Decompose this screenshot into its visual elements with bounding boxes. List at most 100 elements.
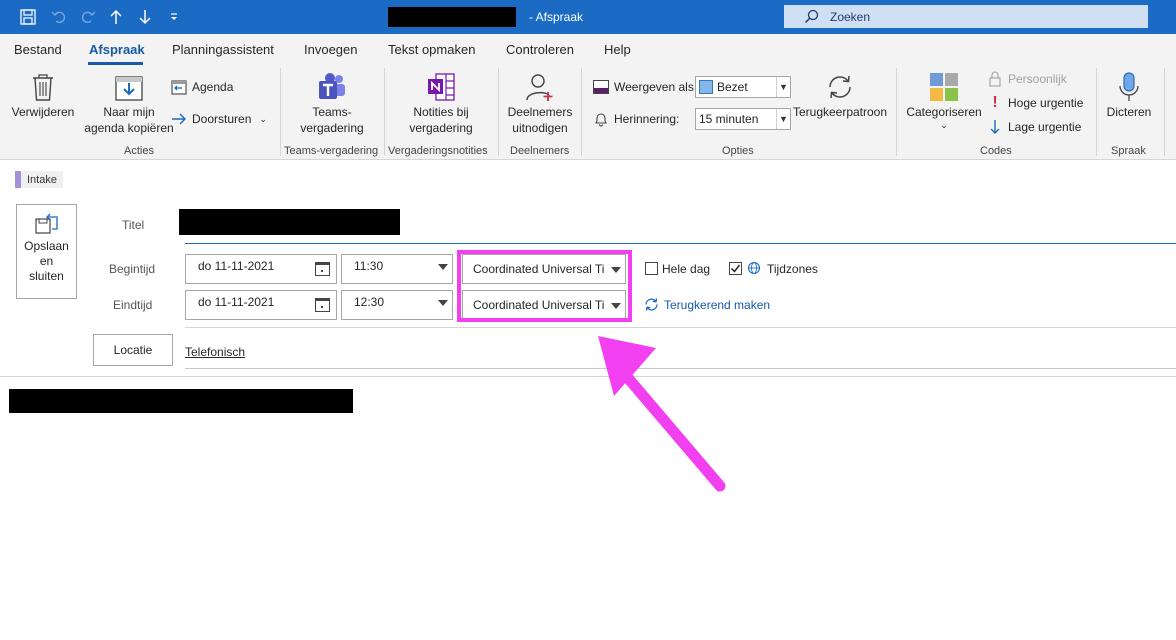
chevron-down-icon: ⌄ — [940, 120, 948, 130]
title-underline — [185, 243, 1176, 244]
chevron-down-icon — [438, 300, 448, 306]
save-and-close-label: Opslaan en sluiten — [24, 239, 69, 283]
save-icon[interactable] — [17, 6, 39, 28]
microphone-icon — [1111, 70, 1147, 104]
ribbon-separator — [384, 68, 385, 156]
copy-to-calendar-button[interactable]: Naar mijn agenda kopiëren — [80, 70, 178, 136]
timezones-checkbox[interactable] — [729, 262, 742, 275]
category-tag: Intake — [15, 171, 63, 188]
calendar-icon[interactable] — [315, 262, 330, 276]
low-importance-button[interactable]: Lage urgentie — [986, 118, 1081, 136]
reminder-label-group: Herinnering: — [592, 110, 679, 128]
teams-meeting-label: Teams- vergadering — [300, 105, 364, 135]
low-importance-icon — [986, 118, 1004, 136]
delete-button[interactable]: Verwijderen — [10, 70, 76, 120]
reminder-value: 15 minuten — [699, 112, 759, 126]
teams-meeting-button[interactable]: Teams- vergadering — [287, 70, 377, 136]
recurrence-button[interactable]: Terugkeerpatroon — [792, 70, 888, 120]
tab-bestand[interactable]: Bestand — [14, 42, 62, 57]
location-input[interactable]: Telefonisch — [185, 345, 245, 359]
globe-icon — [747, 261, 761, 278]
undo-icon[interactable] — [48, 6, 70, 28]
low-importance-label: Lage urgentie — [1008, 120, 1082, 134]
end-date-input[interactable]: do 11-11-2021 — [185, 290, 337, 320]
start-time-select[interactable]: 11:30 — [341, 254, 453, 284]
forward-label: Doorsturen — [192, 112, 252, 126]
tab-help[interactable]: Help — [604, 42, 631, 57]
tab-invoegen[interactable]: Invoegen — [304, 42, 358, 57]
tab-planningassistent[interactable]: Planningassistent — [172, 42, 274, 57]
tab-afspraak[interactable]: Afspraak — [89, 42, 145, 57]
invite-attendees-button[interactable]: Deelnemers uitnodigen — [505, 70, 575, 136]
show-as-label-group: Weergeven als: — [592, 78, 697, 96]
reminder-select[interactable]: 15 minuten ▼ — [695, 108, 791, 130]
group-label-codes: Codes — [980, 145, 1012, 157]
forward-icon — [170, 110, 188, 128]
dictate-button[interactable]: Dicteren — [1102, 70, 1156, 120]
active-tab-indicator — [88, 62, 143, 65]
categorize-label: Categoriseren — [906, 105, 982, 119]
show-as-select[interactable]: Bezet ▼ — [695, 76, 791, 98]
end-time-select[interactable]: 12:30 — [341, 290, 453, 320]
trash-icon — [25, 70, 61, 104]
group-label-acties: Acties — [124, 145, 154, 157]
show-as-icon — [592, 78, 610, 96]
recurring-icon — [644, 297, 659, 315]
customize-qat-icon[interactable] — [163, 6, 185, 28]
redacted-title — [388, 7, 516, 27]
redo-icon[interactable] — [77, 6, 99, 28]
annotation-arrow-icon — [598, 336, 726, 492]
ribbon-separator — [1164, 68, 1165, 156]
redacted-body-text — [9, 389, 353, 413]
make-recurring-link[interactable]: Terugkerend maken — [664, 298, 770, 312]
checkmark-icon — [730, 264, 741, 273]
calendar-copy-icon — [111, 70, 147, 104]
agenda-label: Agenda — [192, 80, 234, 94]
arrow-down-icon[interactable] — [134, 6, 156, 28]
location-button[interactable]: Locatie — [93, 334, 173, 366]
high-importance-button[interactable]: ! Hoge urgentie — [986, 94, 1083, 112]
meeting-notes-label: Notities bij vergadering — [409, 105, 473, 135]
copy-to-calendar-label: Naar mijn agenda kopiëren — [84, 105, 174, 135]
search-input[interactable]: Zoeken — [784, 5, 1148, 28]
forward-button[interactable]: Doorsturen ⌄ — [170, 110, 267, 128]
private-button[interactable]: Persoonlijk — [986, 70, 1067, 88]
all-day-checkbox[interactable] — [645, 262, 658, 275]
categorize-button[interactable]: Categoriseren ⌄ — [904, 70, 984, 130]
calendar-icon[interactable] — [315, 298, 330, 312]
show-as-value: Bezet — [717, 80, 748, 94]
onenote-icon — [423, 70, 459, 104]
tab-tekst-opmaken[interactable]: Tekst opmaken — [388, 42, 475, 57]
start-date-input[interactable]: do 11-11-2021 — [185, 254, 337, 284]
agenda-button[interactable]: Agenda — [170, 78, 233, 96]
tab-controleren[interactable]: Controleren — [506, 42, 574, 57]
arrow-up-icon[interactable] — [105, 6, 127, 28]
meeting-notes-button[interactable]: Notities bij vergadering — [395, 70, 487, 136]
title-bar: - Afspraak Zoeken — [0, 0, 1176, 34]
ribbon: Verwijderen Naar mijn agenda kopiëren Ag… — [0, 66, 1176, 160]
start-time-label: Begintijd — [109, 262, 156, 276]
invite-attendees-label: Deelnemers uitnodigen — [507, 105, 573, 135]
dictate-label: Dicteren — [1106, 105, 1152, 119]
recurrence-label: Terugkeerpatroon — [792, 105, 888, 119]
show-as-label: Weergeven als: — [614, 80, 698, 94]
group-label-attendees: Deelnemers — [510, 145, 570, 157]
search-label: Zoeken — [830, 9, 871, 24]
ribbon-separator — [498, 68, 499, 156]
agenda-icon — [170, 78, 188, 96]
save-close-icon — [34, 213, 58, 234]
chevron-down-icon: ▼ — [776, 109, 790, 129]
lock-icon — [986, 70, 1004, 88]
timezones-label: Tijdzones — [767, 262, 818, 276]
title-input[interactable] — [179, 209, 400, 235]
save-and-close-button[interactable]: Opslaan en sluiten — [16, 204, 77, 299]
title-label: Titel — [122, 218, 145, 232]
chevron-down-icon: ▼ — [776, 77, 790, 97]
end-time-value: 12:30 — [354, 295, 385, 309]
private-label: Persoonlijk — [1008, 72, 1067, 86]
end-time-label: Eindtijd — [113, 298, 153, 312]
high-importance-icon: ! — [992, 94, 998, 111]
start-time-value: 11:30 — [354, 259, 384, 273]
menu-bar: Bestand Afspraak Planningassistent Invoe… — [0, 34, 1176, 66]
teams-icon — [314, 70, 350, 104]
